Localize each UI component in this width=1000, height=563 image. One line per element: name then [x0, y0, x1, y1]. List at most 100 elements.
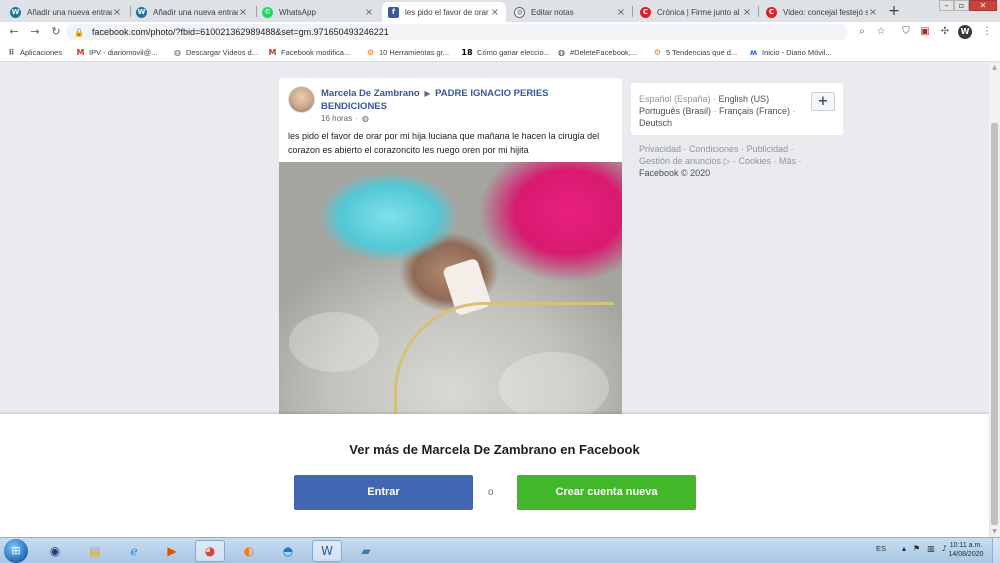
browser-tab[interactable]: C Crónica | Firme junto al p ×: [634, 2, 758, 22]
menu-dots-icon[interactable]: ⋮: [980, 25, 994, 39]
bookmark-item[interactable]: ⚙ 5 Tendencias que d...: [653, 46, 737, 58]
word-icon[interactable]: W: [312, 540, 342, 562]
show-desktop-button[interactable]: [992, 538, 1000, 563]
login-button[interactable]: Entrar: [294, 475, 473, 510]
scroll-down-icon[interactable]: ▼: [991, 528, 998, 535]
footer-link-privacy[interactable]: Privacidad: [639, 144, 681, 154]
bookmarks-bar: ⠿ Aplicaciones M IPV - diariomovil@... ◍…: [0, 42, 1000, 62]
footer-link-more[interactable]: Más: [779, 156, 796, 166]
footer-link-cookies[interactable]: Cookies: [739, 156, 772, 166]
internet-explorer-icon[interactable]: ℯ: [119, 540, 149, 562]
hubspot-icon: ⚙: [366, 47, 375, 57]
extension-pdf-icon[interactable]: ▣: [918, 25, 932, 39]
bookmark-star-icon[interactable]: ☆: [874, 25, 888, 39]
profile-avatar-icon[interactable]: W: [958, 25, 972, 39]
scroll-thumb[interactable]: [991, 123, 998, 525]
public-globe-icon[interactable]: ◍: [362, 114, 369, 123]
forward-arrow-icon[interactable]: →: [28, 25, 42, 39]
back-arrow-icon[interactable]: ←: [7, 25, 21, 39]
share-arrow-icon: ▶: [424, 89, 431, 98]
wordpress-icon: W: [136, 6, 147, 18]
lock-icon[interactable]: 🔒: [74, 28, 84, 37]
footer-link-ad-choices[interactable]: Gestión de anuncios: [639, 156, 721, 166]
post-header: Marcela De Zambrano ▶ PADRE IGNACIO PERI…: [321, 87, 581, 113]
file-explorer-icon[interactable]: ▤: [80, 540, 110, 562]
footer-link-terms[interactable]: Condiciones: [689, 144, 739, 154]
bookmark-item[interactable]: M IPV - diariomovil@...: [76, 46, 158, 58]
meta-separator: ·: [355, 114, 358, 123]
system-tray: ES ▴ ⚑ ▥ ♪: [876, 544, 947, 553]
footer-links: Privacidad · Condiciones · Publicidad · …: [639, 144, 802, 178]
network-icon[interactable]: ▥: [927, 544, 935, 553]
zoom-search-icon[interactable]: ⌕: [855, 25, 869, 39]
bookmark-item[interactable]: ◍ Descargar Videos d...: [173, 46, 258, 58]
language-link[interactable]: Français (France): [719, 106, 790, 116]
login-prompt-overlay: Ver más de Marcela De Zambrano en Facebo…: [0, 414, 989, 537]
input-language[interactable]: ES: [876, 544, 886, 553]
close-tab-icon[interactable]: ×: [238, 7, 248, 18]
browser-tab[interactable]: W Añadir una nueva entrada ×: [4, 2, 128, 22]
bookmark-item[interactable]: 18 Cómo ganar eleccio...: [461, 46, 550, 58]
close-tab-icon[interactable]: ×: [112, 7, 122, 18]
bookmark-item[interactable]: ʍ Inicio - Diario Móvil...: [749, 46, 832, 58]
reload-icon[interactable]: ↻: [49, 25, 63, 39]
browser-toolbar: ← → ↻ 🔒 facebook.com/photo/?fbid=6100213…: [0, 22, 1000, 42]
browser-tab[interactable]: ✆ WhatsApp ×: [256, 2, 380, 22]
system-clock[interactable]: 10:11 a.m. 14/08/2020: [944, 541, 988, 559]
create-account-button[interactable]: Crear cuenta nueva: [517, 475, 696, 510]
whatsapp-icon: ✆: [262, 6, 273, 18]
tray-expand-icon[interactable]: ▴: [902, 544, 906, 553]
language-link[interactable]: Português (Brasil): [639, 106, 711, 116]
or-separator: o: [488, 487, 494, 498]
media-player-icon[interactable]: ▶: [157, 540, 187, 562]
cronica-icon: C: [640, 6, 651, 18]
author-avatar[interactable]: [288, 86, 315, 113]
new-tab-button[interactable]: +: [886, 3, 902, 19]
post-photo[interactable]: [279, 162, 622, 438]
bookmark-apps[interactable]: ⠿ Aplicaciones: [7, 46, 62, 58]
page-scrollbar[interactable]: ▲ ▼: [989, 63, 1000, 537]
start-button-icon[interactable]: ⊞: [4, 539, 28, 563]
close-window-icon[interactable]: ✕: [969, 0, 997, 11]
bookmark-item[interactable]: ⚙ 10 Herramientas gr...: [366, 46, 449, 58]
extensions-puzzle-icon[interactable]: ✣: [938, 25, 952, 39]
bookmark-item[interactable]: M Facebook modifica...: [268, 46, 351, 58]
wordpress-icon: W: [10, 6, 21, 18]
post-card: Marcela De Zambrano ▶ PADRE IGNACIO PERI…: [279, 78, 622, 438]
globe-icon: ◍: [174, 47, 181, 57]
browser-tab-active[interactable]: f les pido el favor de orar p ×: [382, 2, 506, 22]
flag-icon[interactable]: ⚑: [913, 544, 920, 553]
language-link[interactable]: Deutsch: [639, 118, 672, 128]
more-languages-button[interactable]: +: [811, 92, 835, 111]
close-tab-icon[interactable]: ×: [868, 7, 878, 18]
browser-tab[interactable]: C Video: concejal festejó su ×: [760, 2, 884, 22]
firefox-icon[interactable]: ◐: [234, 540, 264, 562]
post-text: les pido el favor de orar por mi hija lu…: [288, 131, 600, 155]
extension-shield-icon[interactable]: ⛉: [899, 25, 913, 39]
browser-tab-strip: W Añadir una nueva entrada × W Añadir un…: [0, 0, 1000, 22]
author-name-link[interactable]: Marcela De Zambrano: [321, 88, 420, 99]
close-tab-icon[interactable]: ×: [364, 7, 374, 18]
url-text[interactable]: facebook.com/photo/?fbid=610021362989488…: [92, 27, 389, 37]
close-tab-icon[interactable]: ×: [616, 7, 626, 18]
close-tab-icon[interactable]: ×: [742, 7, 752, 18]
address-bar[interactable]: 🔒 facebook.com/photo/?fbid=6100213629894…: [66, 24, 848, 40]
edge-icon[interactable]: ◓: [273, 540, 303, 562]
browser-tab[interactable]: W Añadir una nueva entrada ×: [130, 2, 254, 22]
language-link[interactable]: English (US): [719, 94, 770, 104]
chrome-icon[interactable]: ◕: [195, 540, 225, 562]
notes-app-icon[interactable]: ▰: [351, 540, 381, 562]
minimize-icon[interactable]: –: [939, 0, 954, 11]
language-panel: Español (España) · English (US) Portuguê…: [631, 83, 843, 135]
maximize-icon[interactable]: ▫: [954, 0, 969, 11]
globe-icon: ◍: [514, 6, 525, 18]
scroll-up-icon[interactable]: ▲: [991, 64, 998, 71]
app-launcher-icon[interactable]: ◉: [40, 540, 70, 562]
post-timestamp[interactable]: 16 horas: [321, 114, 352, 123]
m-logo-icon: M: [268, 47, 277, 57]
footer-link-advertising[interactable]: Publicidad: [747, 144, 789, 154]
bookmark-item[interactable]: ◍ #DeleteFacebook,...: [557, 46, 637, 58]
browser-tab[interactable]: ◍ Editar notas ×: [508, 2, 632, 22]
close-tab-icon[interactable]: ×: [490, 7, 500, 18]
clock-date: 14/08/2020: [948, 551, 984, 558]
